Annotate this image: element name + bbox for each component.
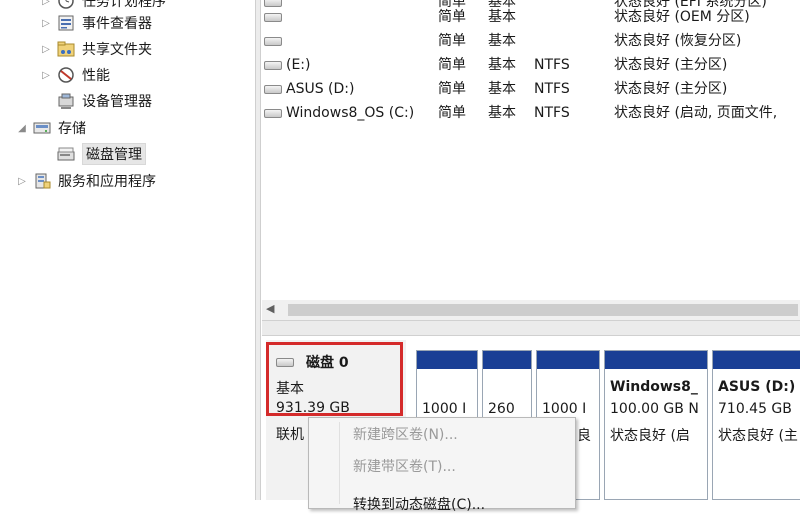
volume-row[interactable]: (E:) 简单 基本 NTFS 状态良好 (主分区) xyxy=(262,53,800,77)
clock-icon xyxy=(56,0,76,10)
partition-status: 状态良好 (主 xyxy=(718,428,798,444)
volume-fs: NTFS xyxy=(534,57,570,73)
partition-bar xyxy=(537,351,599,369)
partition-size: 1000 I xyxy=(422,401,467,417)
menu-item-new-spanned-volume[interactable]: 新建跨区卷(N)... xyxy=(353,424,458,444)
tree-item-storage[interactable]: ◢ 存储 xyxy=(16,117,86,139)
volume-type: 基本 xyxy=(488,81,516,97)
volume-status: 状态良好 (OEM 分区) xyxy=(614,9,750,25)
expand-arrow-icon[interactable]: ▷ xyxy=(16,176,28,187)
volume-status: 状态良好 (主分区) xyxy=(614,81,728,97)
expand-arrow-icon[interactable]: ▷ xyxy=(40,18,52,29)
tree-item-label: 磁盘管理 xyxy=(82,143,146,165)
volume-status: 状态良好 (恢复分区) xyxy=(614,33,742,49)
tree-item-label: 存储 xyxy=(58,121,86,137)
volume-layout: 简单 xyxy=(438,105,466,121)
disk-management-icon xyxy=(56,145,76,163)
partition-status: 良 xyxy=(577,428,591,444)
expand-arrow-icon[interactable]: ▷ xyxy=(40,70,52,81)
console-tree: ▷ 任务计划程序 ▷ 事件查看器 ▷ 共享文件夹 ▷ 性能 设备管理器 ◢ 存储… xyxy=(0,0,255,500)
volume-layout: 简单 xyxy=(438,57,466,73)
volume-disk-icon xyxy=(264,109,282,118)
partition-status: 状态良好 (启 xyxy=(610,428,690,444)
scroll-left-icon[interactable]: ◀ xyxy=(266,302,274,315)
annotation-highlight-box xyxy=(266,342,403,416)
partition-bar xyxy=(483,351,531,369)
volume-type: 基本 xyxy=(488,33,516,49)
expand-arrow-icon[interactable]: ▷ xyxy=(40,0,52,7)
tree-item-task-scheduler[interactable]: ▷ 任务计划程序 xyxy=(40,0,166,12)
tree-item-performance[interactable]: ▷ 性能 xyxy=(40,64,110,86)
tree-item-label: 服务和应用程序 xyxy=(58,174,156,190)
volume-row[interactable]: 简单 基本 状态良好 (恢复分区) xyxy=(262,29,800,53)
menu-item-new-striped-volume[interactable]: 新建带区卷(T)... xyxy=(353,456,456,476)
pane-divider[interactable] xyxy=(262,320,800,336)
partition-windows[interactable]: Windows8_ 100.00 GB N 状态良好 (启 xyxy=(604,350,708,500)
shared-folder-icon xyxy=(56,40,76,58)
disk-state: 联机 xyxy=(276,427,304,443)
volume-layout: 简单 xyxy=(438,33,466,49)
scrollbar-thumb[interactable] xyxy=(288,304,798,316)
storage-icon xyxy=(32,119,52,137)
volume-disk-icon xyxy=(264,61,282,70)
volume-row[interactable]: Windows8_OS (C:) 简单 基本 NTFS 状态良好 (启动, 页面… xyxy=(262,101,800,125)
volume-layout: 简单 xyxy=(438,9,466,25)
volume-disk-icon xyxy=(264,37,282,46)
pane-splitter[interactable] xyxy=(255,0,261,500)
services-icon xyxy=(32,172,52,190)
partition-name: ASUS (D:) xyxy=(718,379,796,395)
expand-arrow-icon[interactable]: ▷ xyxy=(40,44,52,55)
volume-fs: NTFS xyxy=(534,81,570,97)
horizontal-scrollbar[interactable]: ◀ xyxy=(262,300,800,320)
partition-bar xyxy=(417,351,477,369)
collapse-arrow-icon[interactable]: ◢ xyxy=(16,123,28,134)
partition-size: 100.00 GB N xyxy=(610,401,699,417)
volume-fs: NTFS xyxy=(534,105,570,121)
volume-type: 基本 xyxy=(488,9,516,25)
partition-asus[interactable]: ASUS (D:) 710.45 GB 状态良好 (主 xyxy=(712,350,800,500)
volume-name: ASUS (D:) xyxy=(286,81,355,97)
volume-layout: 简单 xyxy=(438,81,466,97)
partition-bar xyxy=(713,351,800,369)
event-viewer-icon xyxy=(56,14,76,32)
menu-gutter xyxy=(339,422,340,504)
partition-size: 1000 I xyxy=(542,401,587,417)
context-menu: 新建跨区卷(N)... 新建带区卷(T)... 转换到动态磁盘(C)... xyxy=(308,417,576,513)
tree-item-label: 任务计划程序 xyxy=(82,0,166,10)
volume-row[interactable]: 简单 基本 状态良好 (OEM 分区) xyxy=(262,5,800,29)
partition-size: 710.45 GB xyxy=(718,401,792,417)
volume-row[interactable]: ASUS (D:) 简单 基本 NTFS 状态良好 (主分区) xyxy=(262,77,800,101)
volume-name: (E:) xyxy=(286,57,311,73)
partition-bar xyxy=(605,351,707,369)
tree-item-label: 设备管理器 xyxy=(82,94,152,110)
tree-item-label: 事件查看器 xyxy=(82,16,152,32)
tree-item-shared-folders[interactable]: ▷ 共享文件夹 xyxy=(40,38,152,60)
partition-size: 260 xyxy=(488,401,515,417)
tree-item-device-manager[interactable]: 设备管理器 xyxy=(40,90,152,112)
tree-item-label: 性能 xyxy=(82,68,110,84)
performance-icon xyxy=(56,66,76,84)
volume-status: 状态良好 (主分区) xyxy=(614,57,728,73)
tree-item-label: 共享文件夹 xyxy=(82,42,152,58)
volume-status: 状态良好 (启动, 页面文件, xyxy=(614,105,778,121)
tree-item-services-apps[interactable]: ▷ 服务和应用程序 xyxy=(16,170,156,192)
volume-type: 基本 xyxy=(488,105,516,121)
partition-name: Windows8_ xyxy=(610,379,698,395)
tree-item-event-viewer[interactable]: ▷ 事件查看器 xyxy=(40,12,152,34)
volume-list: 简单 基本 状态良好 (EFI 系统分区) 简单 基本 状态良好 (OEM 分区… xyxy=(262,0,800,300)
volume-name: Windows8_OS (C:) xyxy=(286,105,415,121)
device-manager-icon xyxy=(56,92,76,110)
volume-type: 基本 xyxy=(488,57,516,73)
volume-disk-icon xyxy=(264,85,282,94)
volume-disk-icon xyxy=(264,13,282,22)
tree-item-disk-management[interactable]: 磁盘管理 xyxy=(40,143,146,165)
menu-item-convert-dynamic[interactable]: 转换到动态磁盘(C)... xyxy=(353,494,485,514)
